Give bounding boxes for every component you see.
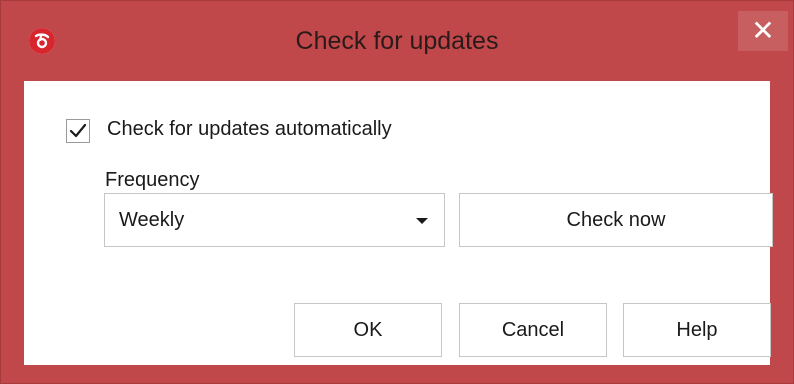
check-for-updates-dialog: Check for updates ✕ Check for updates au… — [0, 0, 794, 384]
close-icon: ✕ — [751, 15, 775, 46]
cancel-button[interactable]: Cancel — [459, 303, 607, 357]
auto-check-label[interactable]: Check for updates automatically — [107, 118, 392, 141]
auto-check-checkbox[interactable] — [66, 119, 90, 143]
checkmark-icon — [69, 123, 87, 138]
frequency-dropdown[interactable]: Weekly — [104, 193, 445, 247]
check-now-button[interactable]: Check now — [459, 193, 773, 247]
title-bar[interactable]: Check for updates ✕ — [1, 1, 793, 81]
dialog-body: Check for updates automatically Frequenc… — [24, 81, 773, 365]
dialog-title: Check for updates — [295, 27, 499, 55]
frequency-label: Frequency — [105, 169, 200, 191]
frequency-selected-value: Weekly — [119, 209, 185, 231]
ok-button[interactable]: OK — [294, 303, 442, 357]
chevron-down-icon — [416, 218, 428, 224]
close-button[interactable]: ✕ — [738, 11, 788, 51]
help-button[interactable]: Help — [623, 303, 771, 357]
